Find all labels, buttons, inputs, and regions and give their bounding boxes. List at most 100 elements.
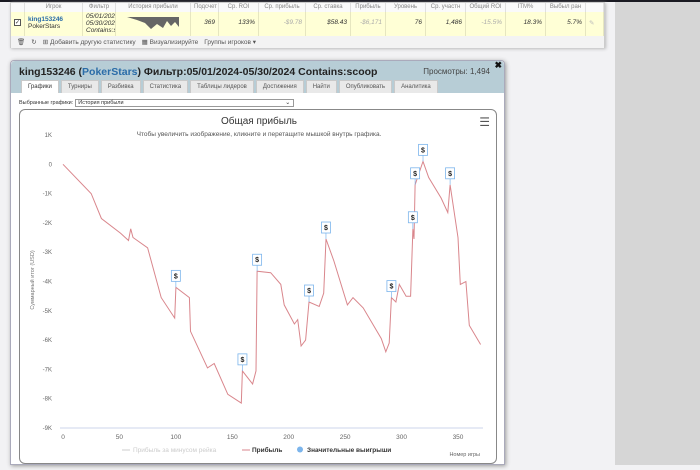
player-cell[interactable]: king153246 PokerStars [25, 12, 83, 36]
y-tick-label: -9K [43, 426, 52, 432]
y-tick-label: -6K [43, 338, 52, 344]
column-header[interactable]: Фильтр [83, 3, 116, 12]
chart-selector[interactable]: История прибыли ⌄ [75, 99, 295, 107]
big-win-label: $ [324, 225, 328, 232]
column-header[interactable]: Игрок [25, 3, 83, 12]
legend-rake: Прибыль за минусом рейка [133, 446, 217, 454]
tab[interactable]: Аналитика [394, 80, 438, 93]
column-header[interactable]: Прибыль [351, 3, 386, 12]
legend-profit: Прибыль [252, 446, 282, 454]
tab[interactable]: Достижения [255, 80, 304, 93]
filter-line: Contains:s [86, 27, 116, 34]
views-count: Просмотры: 1,494 [423, 67, 490, 76]
column-header[interactable] [11, 3, 25, 12]
tab[interactable]: Турниры [60, 80, 99, 93]
y-tick-label: -8K [43, 397, 52, 403]
y-axis-label: Суммарный итог (USD) [29, 250, 36, 309]
big-win-label: $ [255, 257, 259, 264]
column-header[interactable]: История прибыли [116, 3, 191, 12]
title-filter: Фильтр:05/01/2024-05/30/2024 Contains:sc… [143, 66, 378, 78]
visualize-button[interactable]: ▦ Визуализируйте [142, 38, 199, 46]
chart-container[interactable]: Общая прибыль Чтобы увеличить изображение… [19, 109, 497, 464]
table-row[interactable]: ✓ king153246 PokerStars 05/01/202 05/30/… [11, 12, 604, 36]
filter-line: 05/01/202 [86, 13, 115, 20]
profit-cell: -$6,171 [351, 12, 386, 36]
filter-line: 05/30/202 [86, 20, 115, 27]
x-tick-label: 0 [61, 434, 65, 441]
participants-cell: 1,486 [426, 12, 466, 36]
avg-profit-cell: -$9.78 [259, 12, 306, 36]
column-header[interactable]: Уровень [386, 3, 426, 12]
chart-selector-label: Выбранные графики: [19, 100, 74, 106]
y-tick-label: -3K [43, 250, 52, 256]
column-header[interactable]: Ср. прибыль [259, 3, 306, 12]
visualize-label: Визуализируйте [149, 39, 199, 46]
chart-selector-row: Выбранные графики: История прибыли ⌄ [19, 99, 295, 107]
legend-wins-swatch [297, 446, 303, 453]
y-tick-label: -2K [43, 221, 52, 227]
column-header[interactable]: Ср. ставка [306, 3, 351, 12]
y-tick-label: -5K [43, 309, 52, 315]
big-win-label: $ [421, 147, 425, 154]
big-win-label: $ [411, 215, 415, 222]
title-site[interactable]: PokerStars [82, 66, 137, 78]
column-header[interactable]: ITM% [506, 3, 546, 12]
y-tick-label: -1K [43, 192, 52, 198]
y-tick-label: -4K [43, 280, 52, 286]
tab[interactable]: Опубликовать [338, 80, 393, 93]
close-icon[interactable]: ✖ [494, 60, 502, 71]
add-stat-button[interactable]: ⊞ Добавить другую статистику [43, 38, 136, 46]
big-win-label: $ [448, 171, 452, 178]
add-stat-label: Добавить другую статистику [49, 39, 136, 46]
itm-cell: 18.3% [506, 12, 546, 36]
tab[interactable]: Разбивка [100, 80, 141, 93]
column-header[interactable]: Общий ROI [466, 3, 506, 12]
x-tick-label: 150 [227, 434, 238, 441]
count-cell: 369 [191, 12, 219, 36]
big-win-label: $ [174, 273, 178, 280]
avg-roi-cell: 133% [219, 12, 259, 36]
column-header[interactable]: Подсчет [191, 3, 219, 12]
x-tick-label: 200 [283, 434, 294, 441]
modal-tabs: Графики Турниры Разбивка Статистика Таблицы … [21, 80, 438, 93]
y-tick-label: -7K [43, 367, 52, 373]
profit-history-sparkline [116, 12, 191, 36]
x-axis-label: Номер игры [449, 452, 480, 458]
trash-icon[interactable]: 🗑 [17, 38, 25, 46]
tab[interactable]: Найти [305, 80, 337, 93]
player-groups-dropdown[interactable]: Группы игроков ▾ [204, 38, 256, 46]
big-win-label: $ [389, 284, 393, 291]
tab[interactable]: Статистика [142, 80, 189, 93]
x-tick-label: 300 [396, 434, 407, 441]
tab[interactable]: Графики [21, 80, 59, 93]
player-site: PokerStars [28, 23, 61, 30]
title-player: king153246 [19, 66, 76, 78]
column-header[interactable]: Выбыл ран [546, 3, 586, 12]
player-link[interactable]: king153246 [28, 16, 79, 23]
x-tick-label: 350 [453, 434, 464, 441]
column-header[interactable]: Ср. участн [426, 3, 466, 12]
y-tick-label: 0 [49, 162, 53, 168]
early-out-cell: 5.7% [546, 12, 586, 36]
avg-stake-cell: $58.43 [306, 12, 351, 36]
level-cell: 76 [386, 12, 426, 36]
refresh-icon[interactable]: ↻ [31, 38, 36, 46]
tab[interactable]: Таблицы лидеров [190, 80, 254, 93]
menu-icon[interactable]: ☰ [479, 115, 490, 129]
table-toolbar: 🗑 ↻ ⊞ Добавить другую статистику ▦ Визуа… [11, 36, 604, 48]
profit-line [62, 159, 482, 405]
big-win-label: $ [413, 171, 417, 178]
table-header: Игрок Фильтр История прибыли Подсчет Ср. ROI… [11, 3, 604, 12]
stats-table: Игрок Фильтр История прибыли Подсчет Ср. ROI… [10, 2, 605, 48]
x-tick-label: 100 [170, 434, 181, 441]
big-win-label: $ [307, 288, 311, 295]
chart-subtitle: Чтобы увеличить изображение, кликните и … [137, 130, 382, 138]
profit-chart[interactable]: Общая прибыль Чтобы увеличить изображение… [20, 110, 498, 465]
column-header[interactable]: Ср. ROI [219, 3, 259, 12]
column-header[interactable] [586, 3, 604, 12]
total-roi-cell: -15.5% [466, 12, 506, 36]
edit-icon[interactable]: ✎ [586, 12, 604, 36]
big-win-label: $ [240, 357, 244, 364]
x-tick-label: 250 [340, 434, 351, 441]
row-checkbox[interactable]: ✓ [11, 12, 25, 36]
